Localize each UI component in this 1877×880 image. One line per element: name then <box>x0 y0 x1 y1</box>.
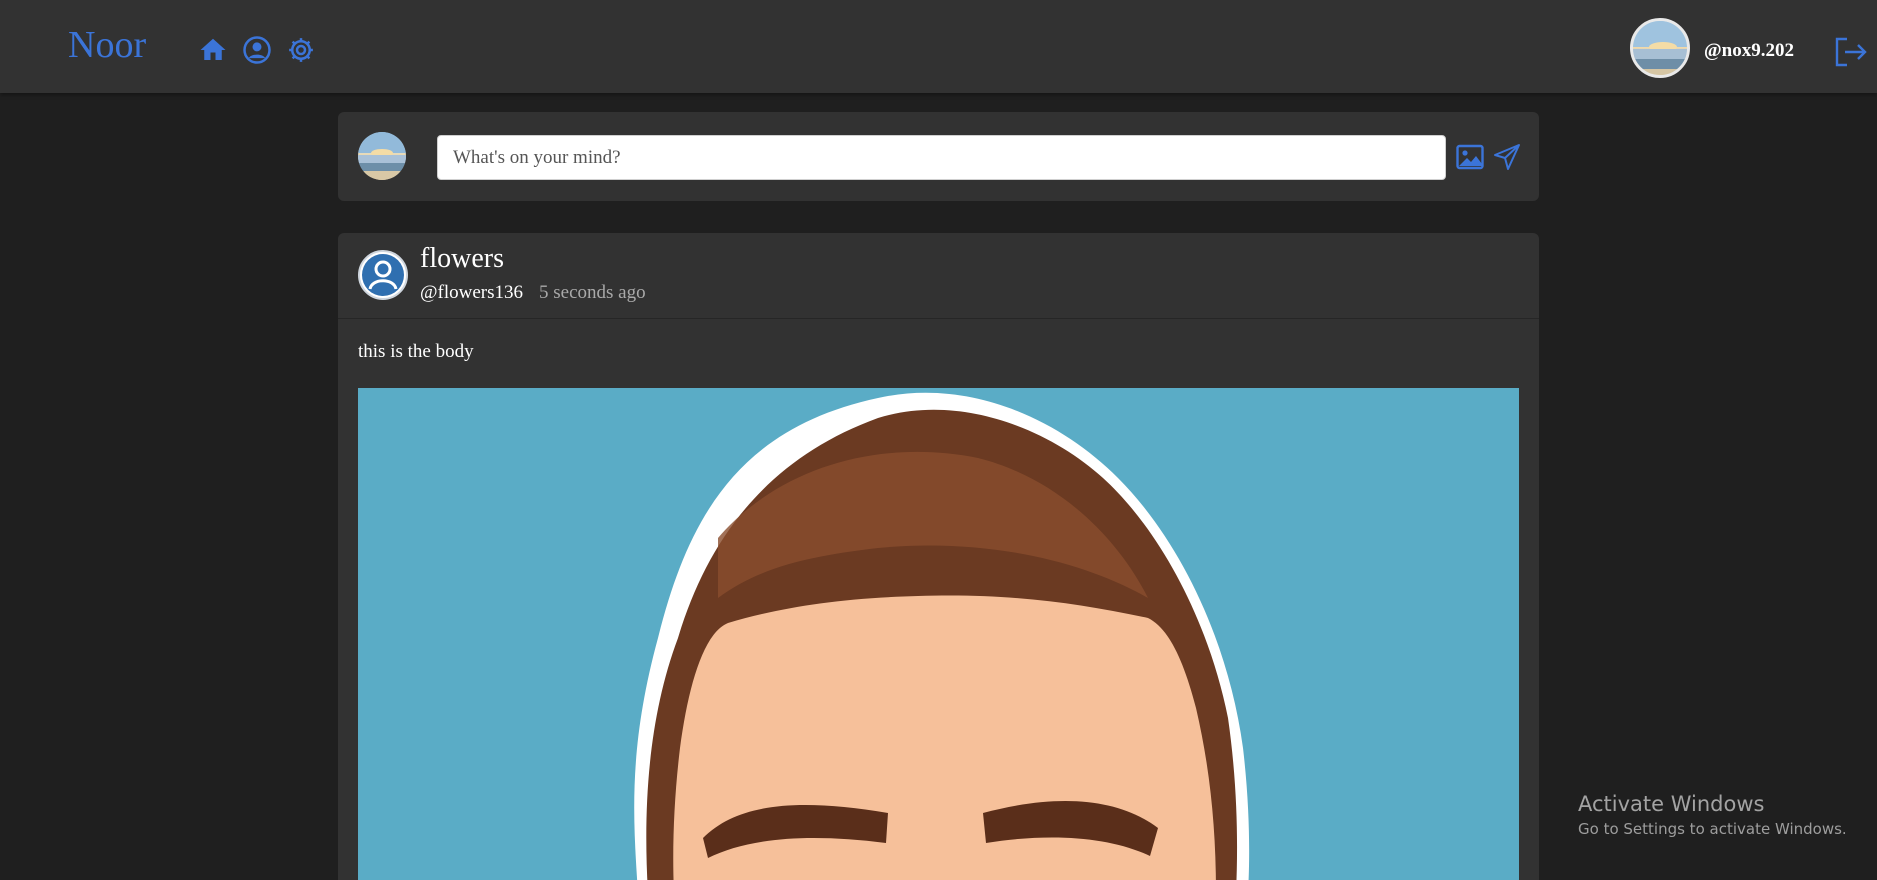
settings-icon[interactable] <box>286 35 316 65</box>
home-icon[interactable] <box>198 35 228 65</box>
post-composer <box>338 112 1539 201</box>
send-icon[interactable] <box>1493 143 1521 171</box>
watermark-subtitle: Go to Settings to activate Windows. <box>1578 820 1847 838</box>
nav-icon-group <box>198 35 316 65</box>
user-avatar[interactable] <box>1630 18 1690 78</box>
post-body-text: this is the body <box>358 341 474 362</box>
top-navbar: Noor @nox9.202 <box>0 0 1877 93</box>
post-timestamp: 5 seconds ago <box>539 282 646 303</box>
composer-avatar <box>358 132 406 180</box>
windows-activation-watermark: Activate Windows Go to Settings to activ… <box>1578 792 1847 838</box>
post-header: flowers @flowers136 5 seconds ago <box>338 233 1539 319</box>
profile-icon[interactable] <box>242 35 272 65</box>
user-handle[interactable]: @nox9.202 <box>1704 40 1794 62</box>
post-image[interactable] <box>358 388 1519 880</box>
post-text-input[interactable] <box>437 135 1446 180</box>
post-author-name[interactable]: flowers <box>420 243 504 275</box>
image-icon[interactable] <box>1456 144 1484 170</box>
post-author-avatar[interactable] <box>358 250 408 300</box>
logout-icon[interactable] <box>1833 36 1869 68</box>
post-card: flowers @flowers136 5 seconds ago this i… <box>338 233 1539 880</box>
watermark-title: Activate Windows <box>1578 792 1765 816</box>
post-author-handle[interactable]: @flowers136 <box>420 282 523 304</box>
brand-logo[interactable]: Noor <box>68 26 146 64</box>
